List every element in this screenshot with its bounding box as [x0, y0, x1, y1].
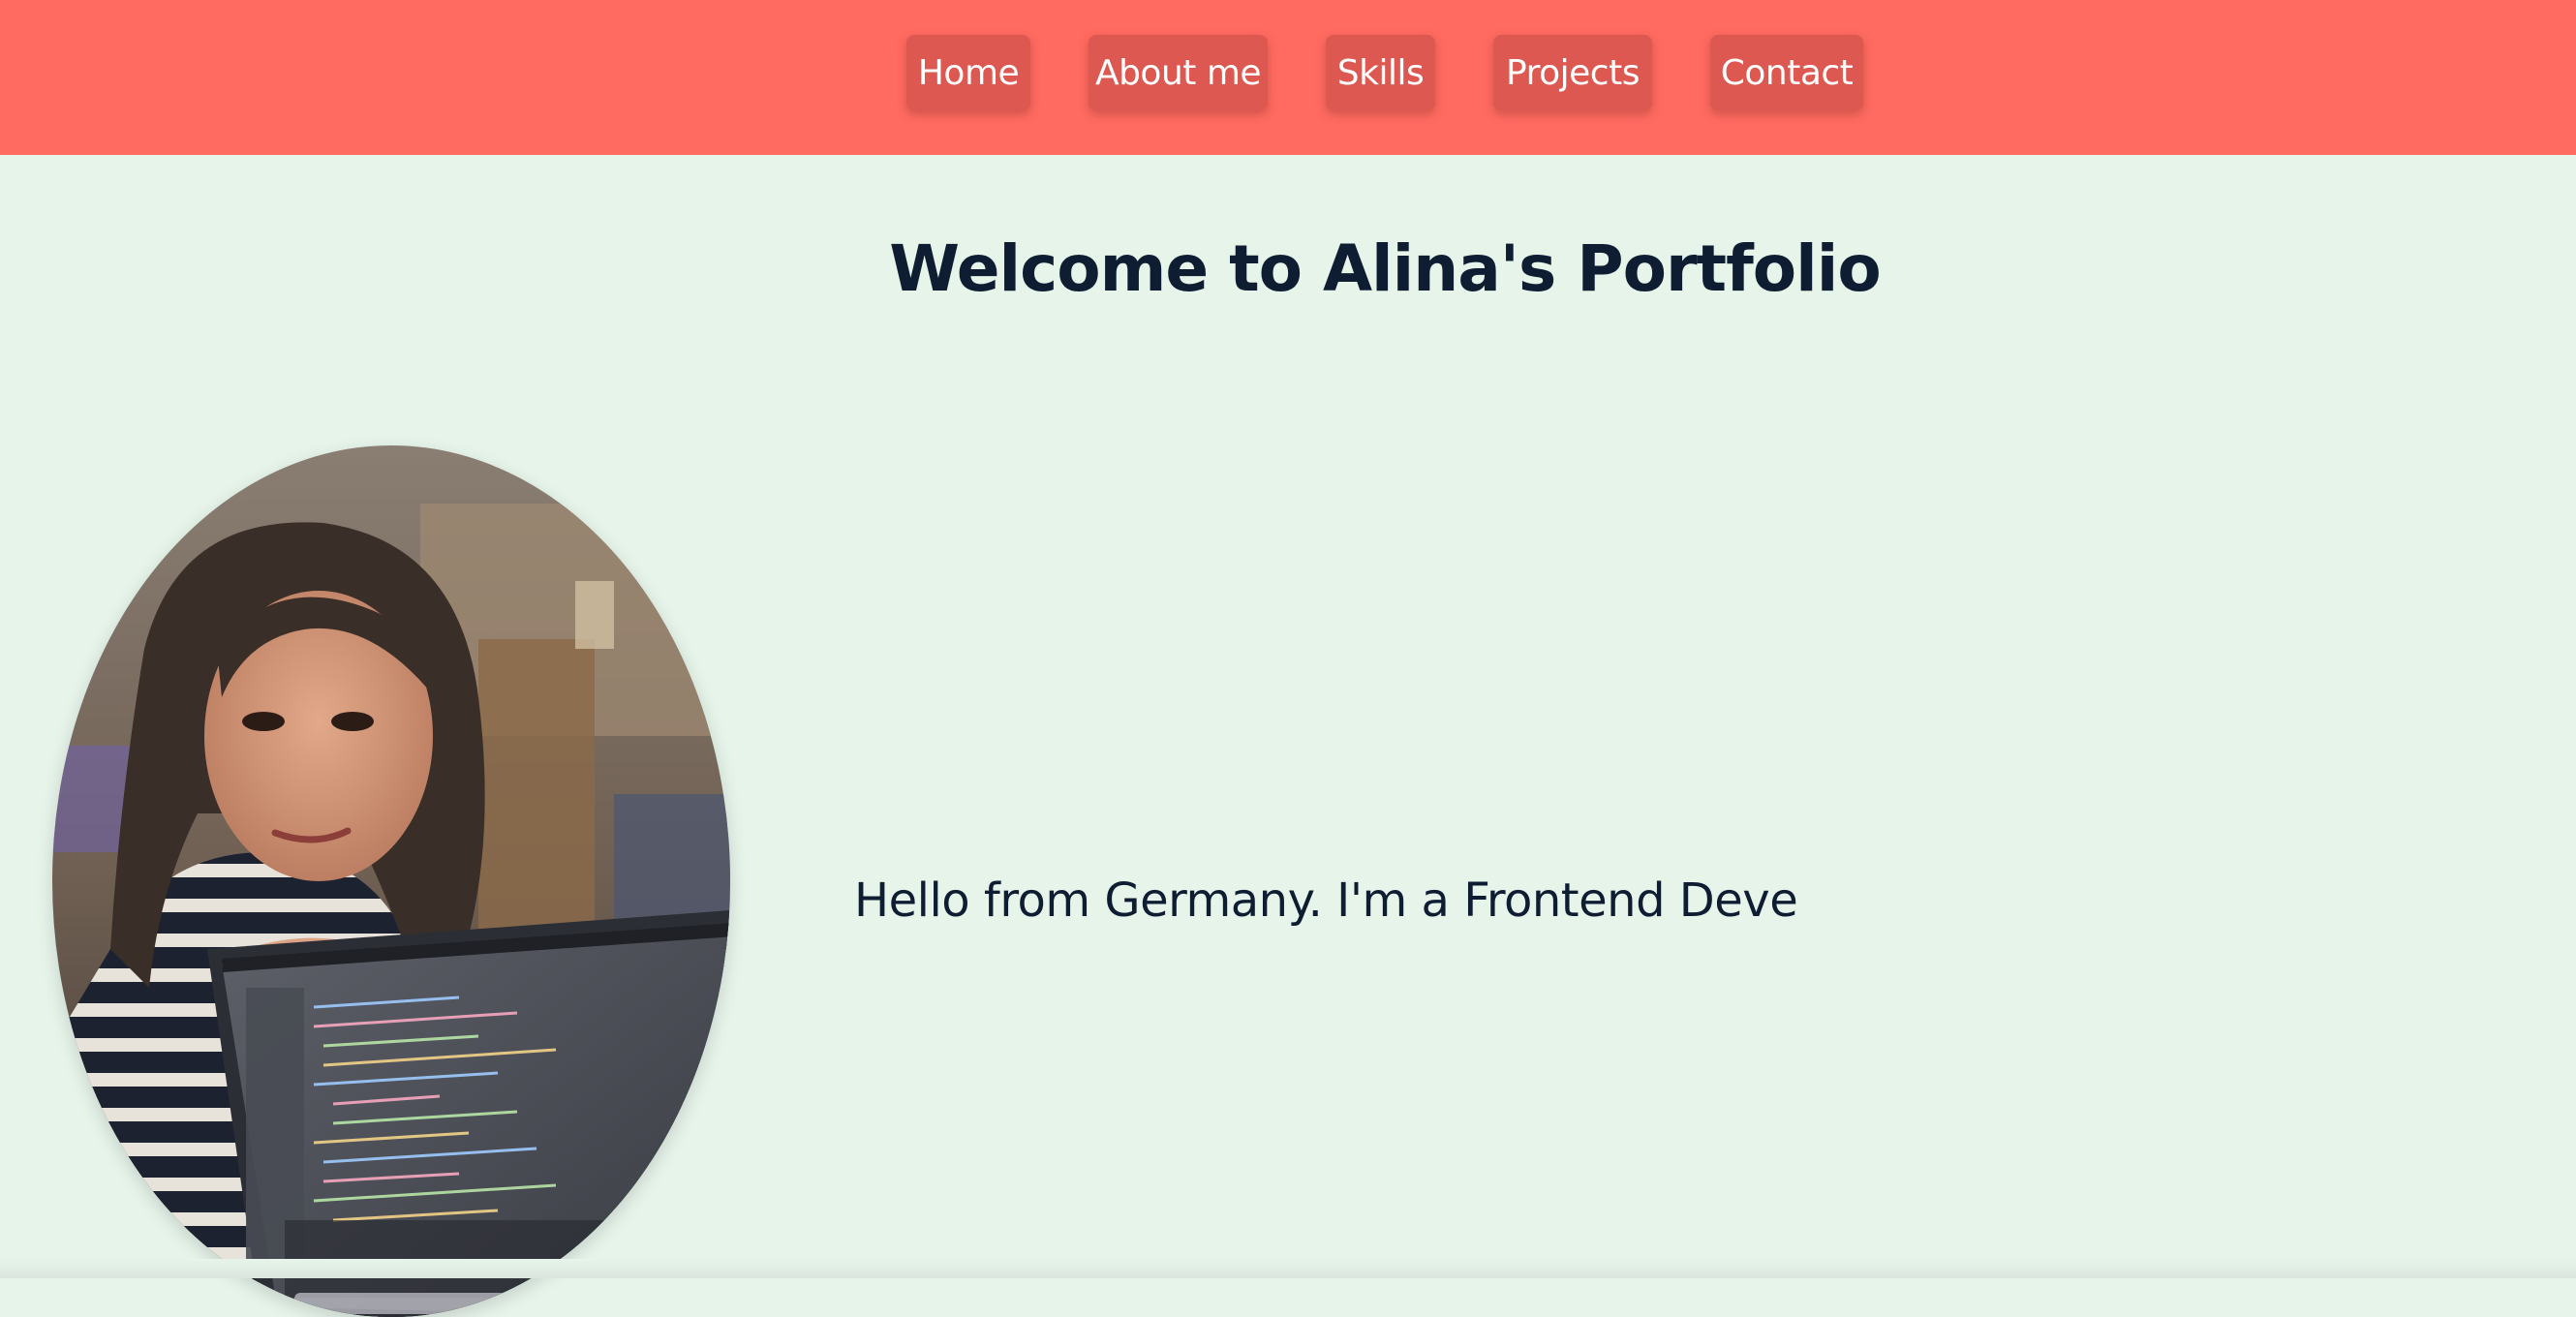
profile-photo	[52, 445, 730, 1317]
nav-about-button[interactable]: About me	[1089, 35, 1268, 110]
nav-contact-button[interactable]: Contact	[1710, 35, 1863, 110]
intro-text: Hello from Germany. I'm a Frontend Deve	[854, 873, 1798, 928]
page-title: Welcome to Alina's Portfolio	[889, 231, 1881, 306]
nav-home-button[interactable]: Home	[906, 35, 1030, 110]
navbar: Home About me Skills Projects Contact	[0, 0, 2576, 155]
page-bottom-edge	[0, 1259, 2576, 1278]
nav-skills-button[interactable]: Skills	[1326, 35, 1435, 110]
nav-projects-button[interactable]: Projects	[1493, 35, 1652, 110]
